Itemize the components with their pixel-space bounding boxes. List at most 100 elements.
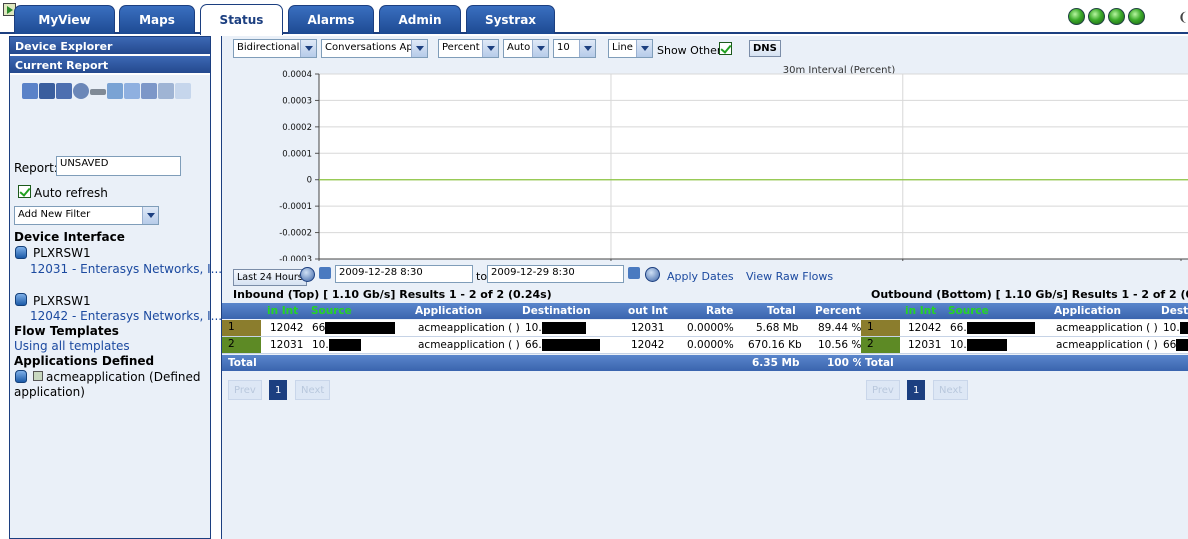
- dns-button[interactable]: DNS: [749, 40, 781, 57]
- device-interface-heading: Device Interface: [14, 230, 125, 244]
- report-name-input[interactable]: UNSAVED: [56, 156, 181, 176]
- tab-status[interactable]: Status: [200, 4, 283, 35]
- save-icon[interactable]: [39, 83, 55, 99]
- chevron-down-icon: [300, 40, 316, 57]
- application-cell: acmeapplication ( ): [1056, 339, 1158, 351]
- rss-icon[interactable]: [141, 83, 157, 99]
- view-raw-flows-link[interactable]: View Raw Flows: [746, 270, 833, 283]
- link-icon[interactable]: [90, 89, 106, 95]
- col-source[interactable]: Source: [948, 305, 989, 317]
- col-total[interactable]: Total: [767, 305, 796, 317]
- print-icon[interactable]: [158, 83, 174, 99]
- col-percent[interactable]: Percent: [815, 305, 861, 317]
- status-led-icon: [1068, 8, 1085, 25]
- total-label: Total: [865, 357, 894, 369]
- source-cell: 66.: [950, 322, 1035, 334]
- table-row[interactable]: 2 12031 10. acmeapplication ( ) 66: [861, 337, 1188, 354]
- destination-cell: 10.: [525, 322, 586, 334]
- table-row[interactable]: 1 12042 66. acmeapplication ( ) 10.: [861, 320, 1188, 337]
- page-1-button[interactable]: 1: [269, 380, 287, 400]
- edit-icon[interactable]: [22, 83, 38, 99]
- help-icon[interactable]: [175, 83, 191, 99]
- redacted-block: [1176, 339, 1188, 351]
- y-tick-label: -0.0002: [279, 229, 312, 239]
- y-tick-label: 0.0001: [282, 149, 312, 159]
- direction-select[interactable]: Bidirectional: [233, 39, 317, 58]
- chevron-down-icon: [579, 40, 595, 57]
- redacted-block: [966, 322, 1035, 334]
- redacted-block: [541, 322, 586, 334]
- date-from-input[interactable]: 2009-12-28 8:30: [335, 265, 473, 283]
- auto-refresh-checkbox[interactable]: [18, 185, 31, 198]
- application-cell: acmeapplication ( ): [418, 339, 520, 351]
- next-button[interactable]: Next: [295, 380, 331, 400]
- rank-cell: 1: [222, 320, 261, 336]
- back-arrow-icon[interactable]: [300, 267, 315, 282]
- chevron-down-icon: [482, 40, 498, 57]
- device-interface-link[interactable]: 12031 - Enterasys Networks, I...: [30, 262, 222, 276]
- in-int-cell: 12042: [908, 322, 942, 334]
- device-interface-link[interactable]: 12042 - Enterasys Networks, I...: [30, 309, 222, 323]
- destination-cell: 66: [1163, 339, 1188, 351]
- to-label: to: [476, 270, 488, 283]
- percent-cell: 10.56 %: [818, 339, 862, 351]
- destination-cell: 66.: [525, 339, 600, 351]
- total-value: 6.35 Mb: [752, 357, 800, 369]
- scale-select[interactable]: Auto: [503, 39, 549, 58]
- templates-link[interactable]: Using all templates: [14, 339, 130, 353]
- next-button[interactable]: Next: [933, 380, 969, 400]
- inbound-total-row: Total 6.35 Mb 100 %: [222, 355, 863, 371]
- col-in-int[interactable]: in Int: [905, 305, 936, 317]
- status-led-icon: [1088, 8, 1105, 25]
- apply-dates-link[interactable]: Apply Dates: [667, 270, 734, 283]
- chart-style-select[interactable]: Line: [608, 39, 653, 58]
- unit-select[interactable]: Percent: [438, 39, 499, 58]
- col-out-int[interactable]: out Int: [628, 305, 668, 317]
- application-item[interactable]: acmeapplication (Defined: [46, 370, 201, 384]
- col-source[interactable]: Source: [311, 305, 352, 317]
- add-filter-select[interactable]: Add New Filter: [14, 206, 159, 225]
- show-other-checkbox[interactable]: [719, 42, 732, 55]
- tab-myview[interactable]: MyView: [14, 5, 115, 34]
- schedule-icon[interactable]: [73, 83, 89, 99]
- database-icon: [15, 370, 27, 383]
- source-cell: 10.: [312, 339, 361, 351]
- table-row[interactable]: 2 12031 10. acmeapplication ( ) 66. 1204…: [222, 337, 861, 354]
- tab-alarms[interactable]: Alarms: [288, 5, 374, 34]
- col-application[interactable]: Application: [1054, 305, 1121, 317]
- tab-admin[interactable]: Admin: [379, 5, 461, 34]
- device-explorer-header[interactable]: Device Explorer: [10, 37, 210, 56]
- count-select[interactable]: 10: [553, 39, 596, 58]
- last-24-hours-button[interactable]: Last 24 Hours: [233, 269, 307, 286]
- device-name[interactable]: PLXRSW1: [33, 294, 91, 308]
- tab-systrax[interactable]: Systrax: [466, 5, 555, 34]
- app-checkbox[interactable]: [33, 371, 43, 381]
- col-in-int[interactable]: in Int: [267, 305, 298, 317]
- current-report-header[interactable]: Current Report: [10, 56, 210, 75]
- save-as-icon[interactable]: [56, 83, 72, 99]
- inbound-table-header: in Int Source Application Destination ou…: [222, 303, 861, 319]
- plot-area: [318, 73, 1188, 260]
- col-application[interactable]: Application: [415, 305, 482, 317]
- logout-icon[interactable]: ❨: [1178, 10, 1188, 24]
- page-1-button[interactable]: 1: [907, 380, 925, 400]
- report-type-select[interactable]: Conversations Ap: [321, 39, 428, 58]
- play-icon[interactable]: [645, 267, 660, 282]
- col-destination[interactable]: Desti: [1161, 305, 1188, 317]
- date-to-input[interactable]: 2009-12-29 8:30: [487, 265, 624, 283]
- table-row[interactable]: 1 12042 66 acmeapplication ( ) 10. 12031…: [222, 320, 861, 337]
- calendar-icon[interactable]: [628, 267, 640, 279]
- prev-button[interactable]: Prev: [866, 380, 900, 400]
- table-icon[interactable]: [124, 83, 140, 99]
- redacted-block: [1179, 322, 1188, 334]
- col-rate[interactable]: Rate: [706, 305, 733, 317]
- prev-button[interactable]: Prev: [228, 380, 262, 400]
- col-destination[interactable]: Destination: [522, 305, 591, 317]
- redacted-block: [966, 339, 1007, 351]
- show-other-label: Show Other: [657, 44, 722, 57]
- device-name[interactable]: PLXRSW1: [33, 246, 91, 260]
- tab-maps[interactable]: Maps: [119, 5, 195, 34]
- trash-icon[interactable]: [107, 83, 123, 99]
- calendar-icon[interactable]: [319, 267, 331, 279]
- total-label: Total: [228, 357, 257, 369]
